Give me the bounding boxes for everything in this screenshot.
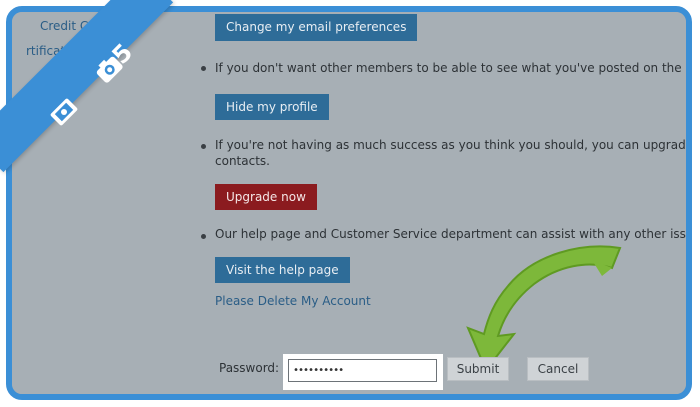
password-input[interactable]: ••••••••••	[288, 359, 437, 382]
cancel-button[interactable]: Cancel	[527, 357, 589, 381]
submit-button[interactable]: Submit	[447, 357, 509, 381]
upgrade-text-line2: contacts.	[215, 154, 270, 168]
hide-profile-button[interactable]: Hide my profile	[215, 94, 329, 120]
visit-help-page-button[interactable]: Visit the help page	[215, 257, 350, 283]
password-label: Password:	[219, 361, 280, 375]
bullet	[201, 234, 206, 239]
step-ribbon: 5	[0, 0, 200, 200]
ribbon-band	[0, 0, 174, 173]
upgrade-text-line1: If you're not having as much success as …	[215, 138, 692, 152]
bullet	[201, 66, 206, 71]
bullet	[201, 144, 206, 149]
screenshot-icon	[50, 98, 78, 126]
delete-account-link[interactable]: Please Delete My Account	[215, 294, 371, 308]
upgrade-now-button[interactable]: Upgrade now	[215, 184, 317, 210]
hide-profile-text: If you don't want other members to be ab…	[215, 61, 692, 75]
change-email-preferences-button[interactable]: Change my email preferences	[215, 14, 418, 41]
